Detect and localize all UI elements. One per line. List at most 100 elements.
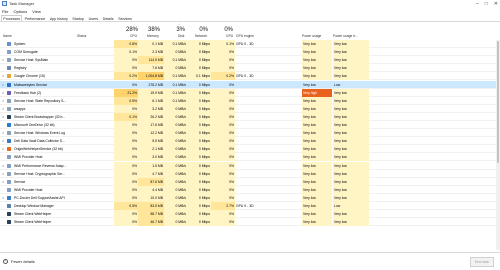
process-name: Microsoft OneDrive (32 bit) [14, 123, 55, 127]
process-row[interactable]: > Malwarebytes Service 0% 278.2 MB 0.1 MB/s 0… [0, 80, 500, 89]
cell-net: 0 Mbps [187, 137, 211, 146]
chevron-up-icon[interactable]: ˄ [3, 259, 8, 264]
process-row[interactable]: > Dell Data Vault Data Collector S... 0% 5.… [0, 137, 500, 146]
column-header-power-usage[interactable]: Power usage [302, 34, 321, 38]
end-task-button[interactable]: End task [470, 257, 494, 267]
process-row[interactable]: > Service Host: Windows Event Log 0% 12.2 M… [0, 129, 500, 138]
process-row[interactable]: > Service 0% 87.6 MB 0 MB/s 0 Mbps 0% Very low V… [0, 177, 500, 186]
cell-net: 0 Mbps [187, 161, 211, 170]
expand-chevron-icon[interactable]: > [2, 194, 4, 202]
cell-gpu: 0% [211, 129, 235, 138]
column-header-name[interactable]: Name [3, 34, 12, 38]
column-header-status[interactable]: Status [77, 34, 86, 38]
cell-power-usage: Very low [302, 56, 332, 65]
expand-chevron-icon[interactable]: > [2, 113, 4, 121]
column-header-disk[interactable]: Disk [178, 34, 184, 38]
cell-power-usage: Very low [302, 104, 332, 113]
column-header-network[interactable]: Network [195, 34, 207, 38]
cell-disk: 0 MB/s [164, 161, 187, 170]
cell-mem: 5.5 MB [138, 137, 164, 146]
tab-processes[interactable]: Processes [1, 15, 23, 21]
process-row[interactable]: > OriginWebHelperService (32 bit) 0% 2.1 MB… [0, 145, 500, 154]
gear-icon [7, 106, 11, 111]
process-row[interactable]: > Service Host: Cryptographic Ser... 0% 4.7… [0, 169, 500, 178]
cell-power-trend: Very low [333, 210, 369, 219]
menu-view[interactable]: View [32, 8, 41, 15]
cell-disk: 0 MB/s [164, 145, 187, 154]
dwm-icon [7, 204, 11, 208]
process-row[interactable]: Steam Client WebHelper 0% 46.7 MB 0 MB/s 0 M… [0, 218, 500, 227]
expand-chevron-icon[interactable]: > [2, 145, 4, 153]
menu-file[interactable]: File [2, 8, 8, 15]
cell-power-trend: Very low [333, 218, 369, 227]
cell-cpu: 0% [114, 169, 138, 178]
minimize-button[interactable]: – [476, 0, 479, 8]
process-row[interactable]: > WMI Performance Reverse Adap... 0% 1.5 MB… [0, 161, 500, 170]
process-row[interactable]: Steam Client WebHelper 0% 58.7 MB 0 MB/s 0 M… [0, 210, 500, 219]
menu-options[interactable]: Options [13, 8, 27, 15]
cell-power-usage: Very low [302, 145, 332, 154]
cell-gpu-engine [236, 56, 296, 64]
close-button[interactable]: ✕ [494, 0, 498, 8]
tab-startup[interactable]: Startup [70, 15, 86, 21]
process-row[interactable]: > Steam Client Bootstrapper (32 b... 0.1% 2… [0, 112, 500, 121]
tab-app-history[interactable]: App history [48, 15, 71, 21]
expand-chevron-icon[interactable]: > [2, 129, 4, 137]
scrollbar-thumb[interactable] [497, 41, 499, 163]
expand-chevron-icon[interactable]: > [2, 81, 4, 89]
tab-users[interactable]: Users [86, 15, 100, 21]
cell-mem: 4.4 MB [138, 185, 164, 194]
process-row[interactable]: COM Surrogate 0.1% 2.3 MB 0 MB/s 0 Mbps 0% Ver… [0, 48, 500, 57]
cell-gpu: 0% [211, 96, 235, 105]
expand-chevron-icon[interactable]: > [2, 105, 4, 113]
expand-chevron-icon[interactable]: > [2, 170, 4, 178]
maximize-button[interactable]: □ [485, 0, 488, 8]
cell-net: 0 Mbps [187, 210, 211, 219]
column-header-gpu-engine[interactable]: GPU engine [236, 34, 254, 38]
cell-power-usage: Very low [302, 218, 332, 227]
expand-chevron-icon[interactable]: > [2, 97, 4, 105]
column-header-power-trend[interactable]: Power usage tr... [333, 34, 358, 38]
process-row[interactable]: Registry 0% 7.6 MB 0 MB/s 0 Mbps 0% Very low Ve… [0, 64, 500, 73]
column-header-gpu[interactable]: GPU [226, 34, 233, 38]
process-row[interactable]: Desktop Window Manager 0.5% 83.5 MB 0 MB/s 0… [0, 202, 500, 211]
column-header-memory[interactable]: Memory [147, 34, 159, 38]
expand-chevron-icon[interactable]: > [2, 89, 4, 97]
expand-chevron-icon[interactable]: > [2, 162, 4, 170]
expand-chevron-icon[interactable]: > [2, 72, 4, 80]
cell-gpu: 0% [211, 104, 235, 113]
process-row[interactable]: WMI Provider Host 0% 3.0 MB 0 MB/s 0 Mbps 0% V… [0, 153, 500, 162]
process-row[interactable]: > PC-Doctor Dell SupportAssist API 0% 10.0 … [0, 193, 500, 202]
process-name: WMI Provider Host [14, 155, 43, 160]
process-row[interactable]: Microsoft OneDrive (32 bit) 0% 17.6 MB 0 MB… [0, 121, 500, 130]
expand-chevron-icon[interactable]: > [2, 178, 4, 186]
expand-chevron-icon[interactable]: > [2, 56, 4, 64]
cell-power-usage: Very low [302, 161, 332, 170]
cell-mem: 2.1 MB [138, 145, 164, 154]
cell-disk: 0 MB/s [164, 64, 187, 73]
cell-net: 0 Mbps [187, 40, 211, 48]
expand-chevron-icon[interactable]: > [2, 137, 4, 145]
cell-power-trend: Very low [333, 145, 369, 154]
cell-net: 0 Mbps [187, 64, 211, 73]
tab-services[interactable]: Services [116, 15, 134, 21]
column-header-cpu[interactable]: CPU [130, 34, 137, 38]
process-row[interactable]: > Service Host: SysMain 0% 114.5 MB 0.1 MB/s… [0, 56, 500, 65]
tab-performance[interactable]: Performance [22, 15, 47, 21]
process-name: Steam Client Bootstrapper (32 b... [14, 114, 66, 119]
cell-disk: 0.1 MB/s [164, 40, 187, 48]
process-row[interactable]: > wsappx 0% 3.2 MB 0 MB/s 0 Mbps 0% Very low Ver… [0, 104, 500, 113]
cell-cpu: 0% [114, 210, 138, 219]
tab-details[interactable]: Details [100, 15, 116, 21]
process-row[interactable]: > Feedback Hub (2) 21.2% 15.9 MB 0.1 MB/s 0 M… [0, 88, 500, 97]
process-row[interactable]: > Google Chrome (15) 0.2% 1,004.8 MB 0.1 MB/… [0, 72, 500, 81]
steam-icon [7, 212, 11, 217]
cell-power-trend: Very low [333, 177, 369, 186]
process-row[interactable]: System 0.8% 0.1 MB 0.1 MB/s 0 Mbps 0.1% GPU 0 … [0, 40, 500, 49]
fewer-details-link[interactable]: Fewer details [11, 253, 35, 270]
cell-gpu-engine [236, 170, 296, 178]
process-row[interactable]: > Service Host: State Repository S... 0.5%… [0, 96, 500, 105]
process-row[interactable]: WMI Provider Host 0% 4.4 MB 0 MB/s 0 Mbps 0% V… [0, 185, 500, 194]
cell-disk: 0 MB/s [164, 112, 187, 121]
process-name: Service Host: Cryptographic Ser... [14, 171, 66, 176]
